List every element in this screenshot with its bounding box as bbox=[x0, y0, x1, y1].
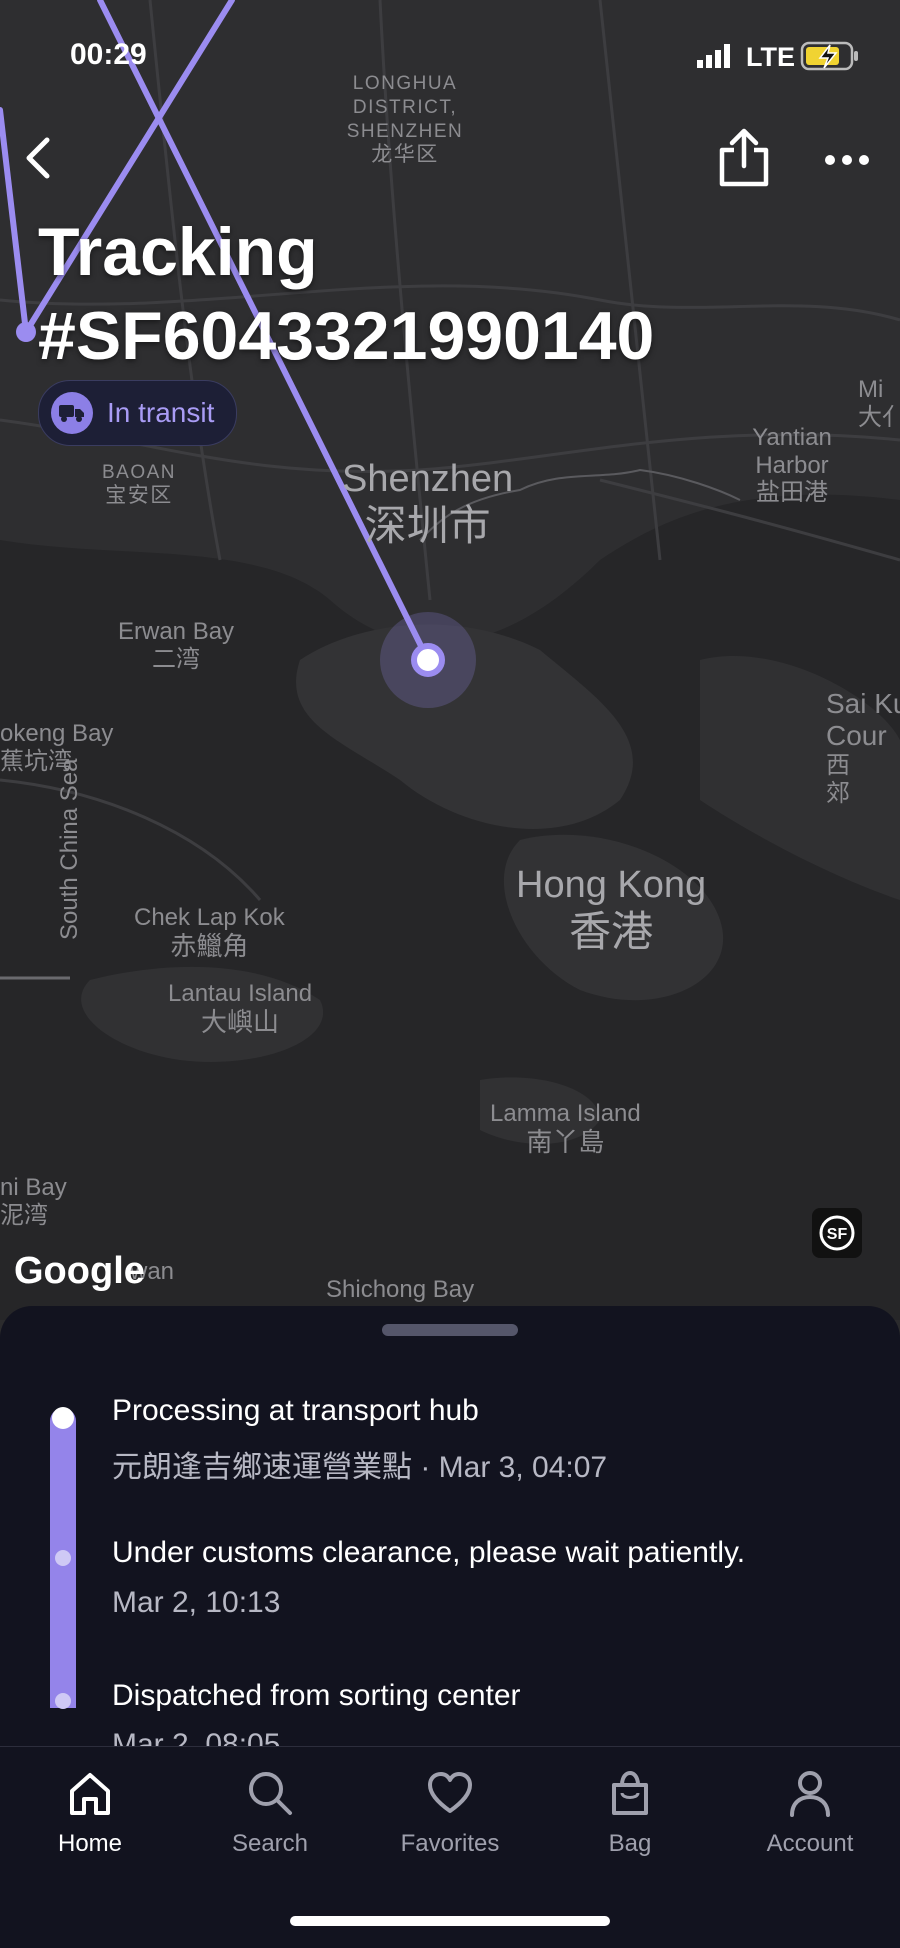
map-label-baoan: BAOAN 宝安区 bbox=[102, 462, 177, 507]
account-icon bbox=[790, 1771, 830, 1817]
bag-icon bbox=[612, 1770, 648, 1815]
google-logo: Google bbox=[14, 1250, 145, 1292]
timeline-dot-active bbox=[52, 1407, 74, 1429]
map[interactable]: LONGHUA DISTRICT, SHENZHEN 龙华区 BAOAN 宝安区… bbox=[0, 0, 900, 1320]
timeline-event-title: Dispatched from sorting center bbox=[112, 1679, 521, 1712]
battery-charging-icon bbox=[800, 40, 860, 77]
tab-search-label: Search bbox=[231, 1830, 309, 1857]
status-time: 00:29 bbox=[70, 38, 147, 71]
current-location-marker[interactable] bbox=[411, 643, 445, 677]
map-label-mirs: Mi 大亻 bbox=[858, 376, 900, 431]
sheet-handle[interactable] bbox=[382, 1324, 518, 1336]
map-label-cheklapkok: Chek Lap Kok 赤鱲角 bbox=[134, 904, 285, 961]
home-icon bbox=[70, 1773, 110, 1815]
chevron-left-icon bbox=[26, 137, 50, 179]
tab-favorites[interactable]: Favorites bbox=[360, 1769, 540, 1858]
sf-logo-icon: SF bbox=[812, 1208, 862, 1258]
signal-icon bbox=[697, 44, 733, 73]
map-label-hongkong: Hong Kong 香港 bbox=[516, 864, 707, 955]
timeline-event-subtitle: Mar 2, 10:13 bbox=[112, 1586, 281, 1619]
network-label: LTE bbox=[746, 42, 795, 72]
map-label-yantian: Yantian Harbor 盐田港 bbox=[752, 424, 832, 507]
tab-search[interactable]: Search bbox=[180, 1769, 360, 1858]
map-label-shenzhen: Shenzhen 深圳市 bbox=[342, 458, 514, 549]
tab-favorites-label: Favorites bbox=[400, 1830, 500, 1857]
status-badge-label: In transit bbox=[107, 397, 215, 428]
home-indicator bbox=[290, 1916, 610, 1926]
heart-icon bbox=[428, 1772, 472, 1813]
tab-home-label: Home bbox=[57, 1830, 123, 1857]
share-button[interactable] bbox=[714, 126, 774, 190]
map-label-lantau: Lantau Island 大嶼山 bbox=[168, 980, 313, 1037]
more-button[interactable] bbox=[822, 140, 872, 180]
svg-text:SF: SF bbox=[827, 1226, 848, 1243]
page-title: Tracking #SF6043321990140 bbox=[38, 214, 655, 374]
timeline-dot bbox=[55, 1550, 71, 1566]
map-label-shichong: Shichong Bay bbox=[326, 1276, 475, 1303]
timeline-event-title: Under customs clearance, please wait pat… bbox=[112, 1536, 746, 1569]
tab-home[interactable]: Home bbox=[0, 1769, 180, 1858]
back-button[interactable] bbox=[14, 134, 62, 182]
status-badge: In transit bbox=[38, 380, 238, 446]
map-label-lamma: Lamma Island 南丫島 bbox=[490, 1100, 641, 1157]
search-icon bbox=[249, 1772, 292, 1815]
tab-bag-label: Bag bbox=[608, 1830, 652, 1857]
tab-account[interactable]: Account bbox=[720, 1769, 900, 1858]
more-dots-icon bbox=[825, 155, 869, 165]
map-label-erwan: Erwan Bay 二湾 bbox=[118, 618, 235, 673]
map-label-sea: South China Sea bbox=[56, 758, 83, 940]
map-label-saikung: Sai Ku Cour 西 郊 bbox=[826, 688, 900, 807]
timeline-dot bbox=[55, 1693, 71, 1709]
timeline-event-title: Processing at transport hub bbox=[112, 1394, 479, 1427]
timeline-event-subtitle: 元朗逢吉鄉速運營業點 · Mar 3, 04:07 bbox=[112, 1451, 608, 1484]
truck-icon bbox=[51, 392, 93, 434]
map-label-bay-south: ni Bay 泥湾 bbox=[0, 1174, 67, 1229]
tab-account-label: Account bbox=[766, 1830, 854, 1857]
tab-bag[interactable]: Bag bbox=[540, 1769, 720, 1858]
map-label-longhua: LONGHUA DISTRICT, SHENZHEN 龙华区 bbox=[346, 73, 464, 167]
share-icon bbox=[719, 128, 769, 187]
